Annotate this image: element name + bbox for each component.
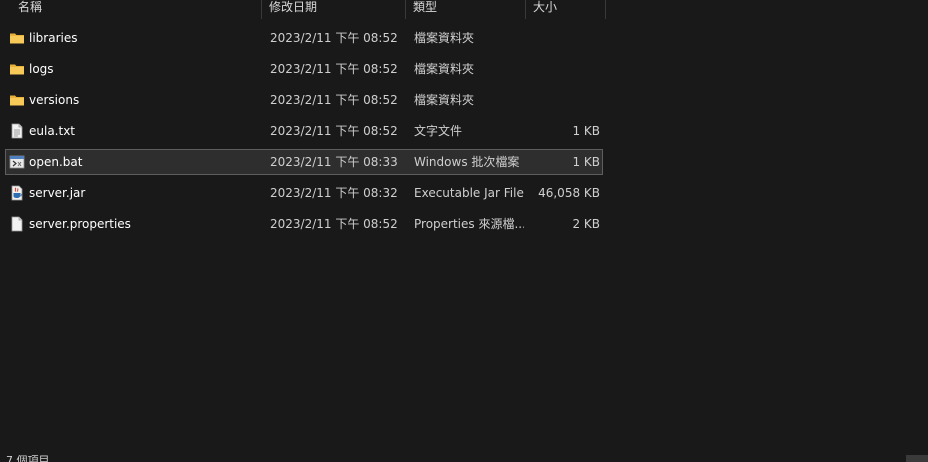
file-type: Executable Jar File [414,186,524,200]
file-name: versions [29,93,80,107]
file-date: 2023/2/11 下午 08:52 [270,124,398,138]
file-row-libraries[interactable]: libraries 2023/2/11 下午 08:52 檔案資料夾 [5,25,603,51]
file-size: 1 KB [572,124,600,138]
status-bar-item-count: 7 個項目 [6,455,50,462]
file-row-logs[interactable]: logs 2023/2/11 下午 08:52 檔案資料夾 [5,56,603,82]
file-explorer: 名稱 修改日期 類型 大小 libraries 2023/2/11 下午 08:… [0,0,928,462]
file-name: server.properties [29,217,131,231]
file-name: logs [29,62,54,76]
file-type: Windows 批次檔案 [414,155,520,169]
file-size [526,57,600,81]
view-toggle-button[interactable] [906,455,928,462]
column-header-bar: 名稱 修改日期 類型 大小 [0,0,928,19]
file-date: 2023/2/11 下午 08:33 [270,155,398,169]
folder-icon [10,33,24,44]
file-date: 2023/2/11 下午 08:52 [270,93,398,107]
file-size: 2 KB [572,217,600,231]
file-type: Properties 來源檔... [414,217,524,231]
file-type: 檔案資料夾 [414,31,475,45]
column-header-size[interactable]: 大小 [527,0,606,19]
file-date: 2023/2/11 下午 08:52 [270,31,398,45]
folder-icon [10,95,24,106]
file-name: eula.txt [29,124,76,138]
column-header-date[interactable]: 修改日期 [263,0,406,19]
file-row-open-bat[interactable]: open.bat 2023/2/11 下午 08:33 Windows 批次檔案… [5,149,603,175]
batch-file-icon [9,155,25,169]
text-file-icon [11,123,23,139]
file-type: 檔案資料夾 [414,62,475,76]
java-jar-icon [11,185,23,201]
column-header-name[interactable]: 名稱 [12,0,262,19]
file-type: 文字文件 [414,124,463,138]
file-name: server.jar [29,186,86,200]
file-size [526,88,600,112]
file-name: libraries [29,31,78,45]
file-date: 2023/2/11 下午 08:52 [270,217,398,231]
file-size [526,26,600,50]
file-size: 46,058 KB [538,186,600,200]
file-icon [11,216,23,232]
file-row-eula[interactable]: eula.txt 2023/2/11 下午 08:52 文字文件 1 KB [5,118,603,144]
column-header-type[interactable]: 類型 [407,0,526,19]
file-size: 1 KB [572,155,600,169]
file-name: open.bat [29,155,83,169]
file-type: 檔案資料夾 [414,93,475,107]
folder-icon [10,64,24,75]
file-date: 2023/2/11 下午 08:52 [270,62,398,76]
file-row-versions[interactable]: versions 2023/2/11 下午 08:52 檔案資料夾 [5,87,603,113]
file-date: 2023/2/11 下午 08:32 [270,186,398,200]
file-row-server-jar[interactable]: server.jar 2023/2/11 下午 08:32 Executable… [5,180,603,206]
file-row-server-properties[interactable]: server.properties 2023/2/11 下午 08:52 Pro… [5,211,603,237]
